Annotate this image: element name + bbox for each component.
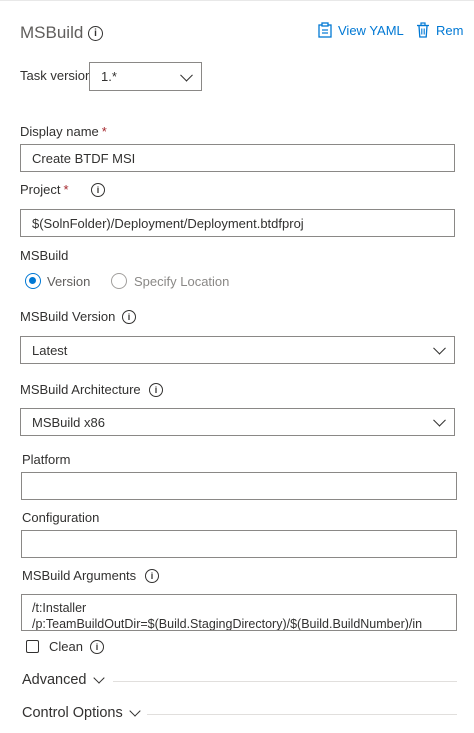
chevron-down-icon (433, 341, 446, 355)
platform-label: Platform (22, 452, 71, 467)
arguments-line-2: /p:TeamBuildOutDir=$(Build.StagingDirect… (32, 617, 423, 631)
divider (113, 681, 457, 682)
task-version-value: 1.* (101, 69, 117, 84)
task-version-label: Task version (20, 68, 93, 83)
msbuild-arguments-label: MSBuild Arguments (22, 568, 137, 583)
trash-icon (417, 22, 429, 38)
radio-version[interactable] (25, 273, 41, 289)
display-name-input[interactable]: Create BTDF MSI (20, 144, 455, 172)
remove-label: Rem (436, 22, 464, 38)
control-options-label: Control Options (22, 705, 123, 721)
msbuild-architecture-value: MSBuild x86 (32, 414, 105, 430)
display-name-label: Display name * (20, 124, 107, 139)
display-name-value: Create BTDF MSI (32, 150, 136, 166)
radio-specify-location[interactable] (111, 273, 127, 289)
project-label: Project * (20, 182, 69, 197)
msbuild-label: MSBuild (20, 248, 69, 263)
configuration-input[interactable] (21, 530, 457, 558)
msbuild-arguments-textarea[interactable]: /t:Installer /p:TeamBuildOutDir=$(Build.… (21, 594, 457, 631)
clipboard-icon (318, 22, 332, 38)
radio-version-label[interactable]: Version (47, 274, 90, 289)
task-version-select[interactable]: 1.* (89, 62, 202, 91)
advanced-label: Advanced (22, 672, 87, 688)
top-border (0, 0, 474, 1)
remove-button[interactable]: Rem (416, 22, 463, 38)
msbuild-version-value: Latest (32, 342, 68, 358)
platform-input[interactable] (21, 472, 457, 500)
required-marker: * (101, 124, 107, 139)
configuration-label: Configuration (22, 510, 100, 525)
task-title: MSBuild (20, 23, 84, 42)
info-icon[interactable]: i (91, 183, 105, 197)
chevron-down-icon (180, 68, 193, 82)
project-input[interactable]: $(SolnFolder)/Deployment/Deployment.btdf… (20, 209, 455, 237)
chevron-down-icon (433, 413, 446, 427)
view-yaml-label: View YAML (338, 22, 404, 38)
clean-label[interactable]: Clean (49, 639, 83, 654)
view-yaml-button[interactable]: View YAML (318, 22, 404, 38)
chevron-down-icon (92, 672, 105, 684)
arguments-line-1: /t:Installer (32, 601, 87, 615)
clean-checkbox[interactable] (26, 640, 39, 653)
info-icon[interactable]: i (90, 640, 104, 654)
chevron-down-icon (129, 705, 141, 717)
msbuild-architecture-label: MSBuild Architecture (20, 382, 141, 397)
required-marker: * (63, 182, 69, 197)
msbuild-version-label: MSBuild Version (20, 309, 116, 324)
info-icon[interactable]: i (122, 310, 136, 324)
radio-specify-location-label[interactable]: Specify Location (134, 274, 229, 289)
msbuild-version-select[interactable]: Latest (20, 336, 455, 364)
msbuild-architecture-select[interactable]: MSBuild x86 (20, 408, 455, 436)
info-icon[interactable]: i (149, 383, 163, 397)
advanced-section-toggle[interactable]: Advanced (22, 672, 105, 688)
info-icon[interactable]: i (145, 569, 159, 583)
divider (147, 714, 457, 715)
info-icon[interactable]: i (88, 26, 103, 41)
project-value: $(SolnFolder)/Deployment/Deployment.btdf… (32, 215, 304, 231)
control-options-section-toggle[interactable]: Control Options (22, 705, 141, 721)
